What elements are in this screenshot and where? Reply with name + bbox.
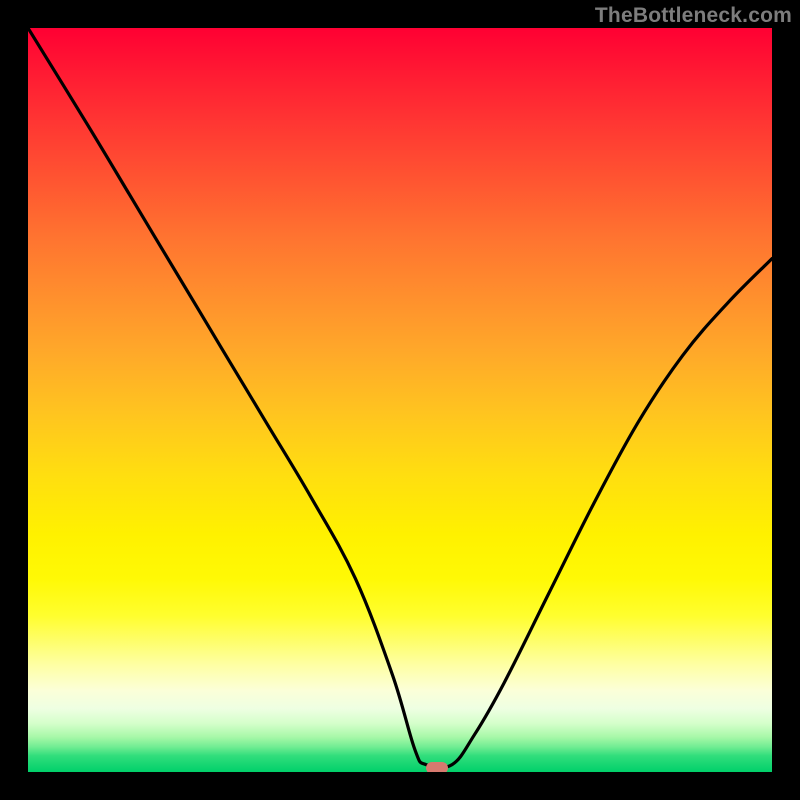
watermark-text: TheBottleneck.com [595,4,792,28]
chart-frame: TheBottleneck.com [0,0,800,800]
optimal-point-marker [426,762,448,772]
plot-area [28,28,772,772]
bottleneck-curve [28,28,772,772]
